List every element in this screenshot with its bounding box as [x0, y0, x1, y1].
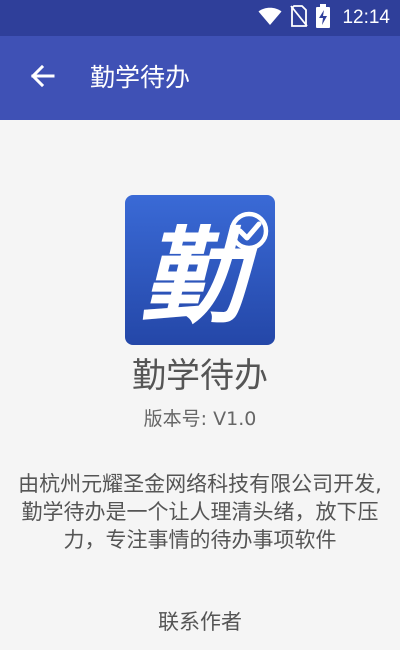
no-sim-icon: [290, 5, 309, 31]
logo-char: 勤: [141, 215, 258, 338]
status-bar: 12:14: [0, 0, 400, 36]
app-bar: 勤学待办: [0, 36, 400, 120]
app-name: 勤学待办: [132, 356, 268, 396]
contact-author-link[interactable]: 联系作者: [0, 606, 400, 636]
status-time: 12:14: [342, 7, 390, 28]
battery-charging-icon: [316, 4, 331, 32]
back-button[interactable]: [22, 58, 62, 98]
page-title: 勤学待办: [90, 63, 191, 92]
version-label: 版本号: V1.0: [143, 408, 257, 430]
status-icons: 12:14: [258, 0, 390, 36]
app-logo-icon: 勤: [125, 195, 275, 345]
wifi-icon: [258, 6, 282, 30]
about-content: 勤 勤学待办 版本号: V1.0 由杭州元耀圣金网络科技有限公司开发,勤学待办是…: [0, 120, 400, 650]
arrow-back-icon: [29, 63, 55, 93]
app-description: 由杭州元耀圣金网络科技有限公司开发,勤学待办是一个让人理清头绪，放下压力，专注事…: [18, 472, 382, 552]
